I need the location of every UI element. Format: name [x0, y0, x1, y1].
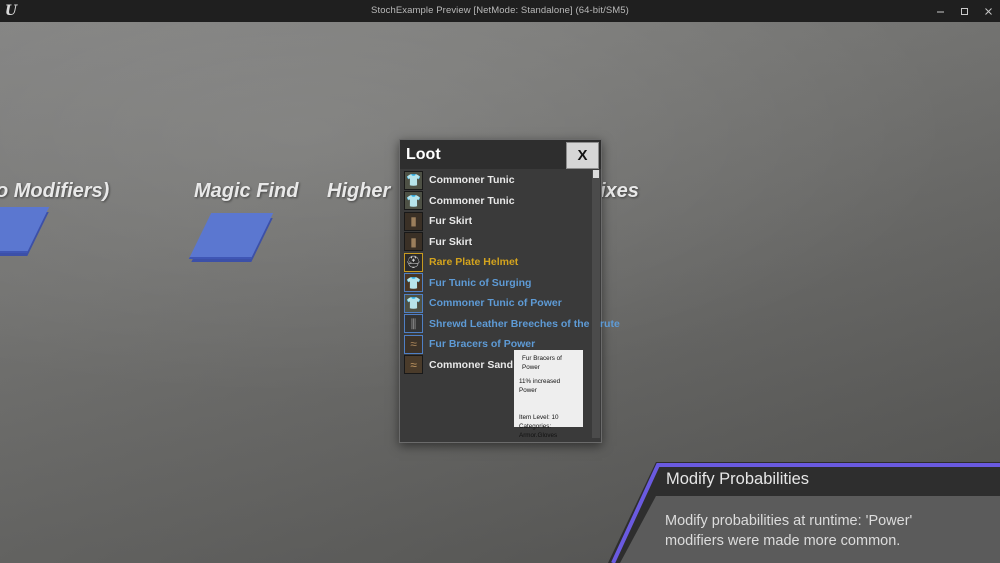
unreal-engine-logo-icon: U: [4, 3, 18, 19]
tooltip-spacer: [519, 401, 578, 413]
loot-item-row[interactable]: 👕 Commoner Tunic of Power: [401, 293, 586, 314]
loot-list-scroll-thumb[interactable]: [593, 170, 599, 178]
maximize-button[interactable]: [952, 0, 976, 22]
scene-label-1: Magic Find: [194, 180, 299, 202]
tooltip-categories-label: Categories:: [519, 422, 552, 430]
skirt-icon: ▮: [404, 232, 423, 252]
tooltip-item-name: Fur Bracers of Power: [522, 355, 562, 372]
item-icon-glyph: ⛑: [405, 255, 422, 270]
maximize-icon: [960, 7, 968, 15]
loot-item-label: Rare Plate Helmet: [429, 256, 519, 269]
item-icon-glyph: 👕: [406, 275, 421, 290]
tunic-icon: 👕: [404, 191, 423, 211]
loot-close-button[interactable]: X: [566, 142, 599, 169]
loot-item-label: Fur Tunic of Surging: [429, 276, 532, 289]
loot-item-label: Fur Skirt: [429, 215, 473, 228]
close-button[interactable]: [976, 0, 1000, 22]
item-icon-glyph: ≈: [410, 357, 417, 372]
loot-item-row[interactable]: ▮ Fur Skirt: [401, 211, 586, 232]
sandals-icon: ≈: [404, 355, 423, 375]
loot-window-header[interactable]: Loot X: [400, 140, 601, 169]
banner-body: Modify probabilities at runtime: 'Power'…: [665, 511, 995, 551]
loot-item-row[interactable]: ⫼ Shrewd Leather Breeches of the Brute: [401, 314, 620, 335]
item-icon-glyph: 👕: [406, 173, 421, 188]
tunic-icon: 👕: [404, 293, 423, 313]
loot-window-title: Loot: [406, 146, 441, 163]
item-tooltip: Fur Bracers of Power 11% increased Power…: [513, 349, 584, 439]
scene-label-2: Higher: [327, 180, 391, 202]
banner-body-line-1: Modify probabilities at runtime: 'Power': [665, 513, 913, 529]
loot-list-scrollbar[interactable]: [592, 170, 600, 438]
scene-label-3: ixes: [600, 180, 639, 202]
loot-item-row[interactable]: 👕 Fur Tunic of Surging: [401, 273, 586, 294]
scene-label-0: o Modifiers): [0, 180, 110, 202]
tooltip-categories-value: Armor.Gloves: [519, 431, 558, 439]
item-icon-glyph: 👕: [406, 193, 421, 208]
tooltip-item-modifier: 11% increased Power: [519, 378, 561, 395]
skirt-icon: ▮: [404, 211, 423, 231]
loot-item-label: Commoner Tunic: [429, 194, 515, 207]
item-icon-glyph: ▮: [410, 234, 417, 249]
close-icon: [984, 7, 992, 15]
item-icon-glyph: ≈: [410, 337, 417, 352]
item-icon-glyph: 👕: [406, 296, 421, 311]
loot-item-row[interactable]: ⛑ Rare Plate Helmet: [401, 252, 586, 273]
loot-item-row[interactable]: ▮ Fur Skirt: [401, 232, 586, 253]
loot-item-label: Commoner Tunic of Power: [429, 297, 562, 310]
tooltip-item-level: Item Level: 10: [519, 413, 559, 421]
minimize-button[interactable]: [928, 0, 952, 22]
banner-title: Modify Probabilities: [666, 470, 810, 488]
scene-platform-0: [0, 207, 50, 253]
scene-platform-1: [188, 213, 274, 259]
window-controls: [928, 0, 1000, 22]
app-root: U StochExample Preview [NetMode: Standal…: [0, 0, 1000, 563]
window-title: StochExample Preview [NetMode: Standalon…: [371, 5, 629, 16]
info-banner: Modify Probabilities Modify probabilitie…: [608, 462, 1000, 563]
minimize-icon: [936, 11, 944, 12]
loot-item-row[interactable]: 👕 Commoner Tunic: [401, 191, 586, 212]
bracers-icon: ≈: [404, 334, 423, 354]
loot-item-label: Commoner Tunic: [429, 174, 515, 187]
item-icon-glyph: ▮: [410, 214, 417, 229]
title-bar: U StochExample Preview [NetMode: Standal…: [0, 0, 1000, 22]
tunic-icon: 👕: [404, 170, 423, 190]
helmet-icon: ⛑: [404, 252, 423, 272]
loot-item-row[interactable]: 👕 Commoner Tunic: [401, 170, 586, 191]
banner-body-line-2: modifiers were made more common.: [665, 533, 901, 549]
loot-item-label: Fur Skirt: [429, 235, 473, 248]
breeches-icon: ⫼: [404, 314, 423, 334]
tunic-icon: 👕: [404, 273, 423, 293]
item-icon-glyph: ⫼: [410, 316, 417, 331]
